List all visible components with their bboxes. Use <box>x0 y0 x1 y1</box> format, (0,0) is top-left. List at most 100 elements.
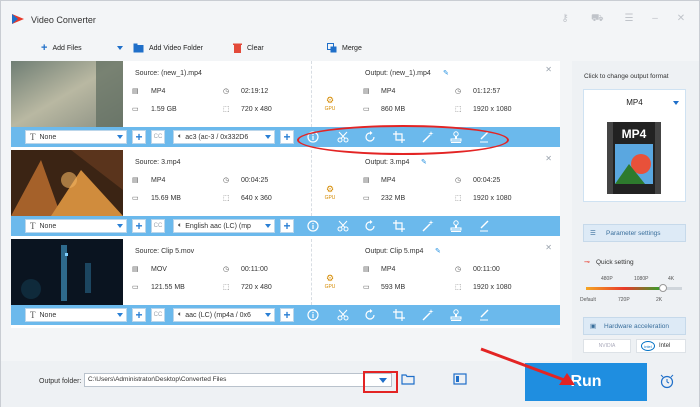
hardware-acceleration-label: Hardware acceleration <box>604 323 670 330</box>
video-thumbnail[interactable] <box>11 239 123 305</box>
add-files-button[interactable]: + Add Files <box>41 41 82 55</box>
remove-icon[interactable]: ✕ <box>545 65 552 74</box>
source-name: Source: Clip 5.mov <box>135 248 195 255</box>
chevron-down-icon <box>673 101 679 105</box>
film-icon: ▤ <box>363 266 370 273</box>
gpu-label: GPU <box>324 106 336 112</box>
crop-icon[interactable] <box>393 309 405 321</box>
source-name: Source: 3.mp4 <box>135 159 181 166</box>
source-size: 1.59 GB <box>151 106 177 113</box>
chevron-down-icon <box>117 224 123 228</box>
subtitle-edit-icon[interactable] <box>478 309 490 321</box>
output-format-panel: Click to change output format MP4 MP4 ☰ … <box>572 61 699 361</box>
audio-select[interactable]: 🔈︎ English aac (LC) (mp <box>173 219 275 233</box>
subtitle-select[interactable]: T None <box>25 130 127 144</box>
menu-icon[interactable]: ☰ <box>623 13 635 25</box>
watermark-stamp-icon[interactable] <box>450 309 462 321</box>
parameter-settings-button[interactable]: ☰ Parameter settings <box>583 224 686 242</box>
minimize-icon[interactable]: – <box>649 13 661 25</box>
quality-480p: 480P <box>601 276 613 282</box>
subtitle-edit-icon[interactable] <box>478 220 490 232</box>
quality-1080p: 1080P <box>634 276 649 282</box>
cc-icon[interactable]: CC <box>151 308 165 322</box>
quality-slider[interactable] <box>586 284 682 292</box>
output-folder-field[interactable]: C:\Users\Administrator\Desktop\Converted… <box>84 373 392 387</box>
add-audio-button[interactable]: + <box>280 308 294 322</box>
add-subtitle-button[interactable]: + <box>132 219 146 233</box>
cc-icon[interactable]: CC <box>151 219 165 233</box>
quality-slider-handle[interactable] <box>658 284 667 292</box>
quality-720p: 720P <box>618 297 630 303</box>
quality-2k: 2K <box>656 297 663 303</box>
cart-icon[interactable]: ⛟ <box>591 13 604 25</box>
video-thumbnail[interactable] <box>11 150 123 216</box>
open-folder-icon[interactable] <box>401 373 415 385</box>
import-icon[interactable] <box>453 373 467 385</box>
source-name: Source: (new_1).mp4 <box>135 70 202 77</box>
video-thumbnail[interactable] <box>11 61 123 127</box>
output-format: MP4 <box>381 177 396 184</box>
scissors-icon[interactable] <box>337 220 349 232</box>
hardware-acceleration-button[interactable]: ▣ Hardware acceleration <box>583 317 686 335</box>
add-subtitle-button[interactable]: + <box>132 130 146 144</box>
list-item[interactable]: Source: Clip 5.mov ▤ MOV ◷ 00:11:00 ▭ 12… <box>11 239 560 327</box>
list-item[interactable]: Source: 3.mp4 ▤ MP4 ◷ 00:04:25 ▭ 15.69 M… <box>11 150 560 238</box>
gpu-chip-icon: ⚙ <box>325 184 335 194</box>
gpu-label: GPU <box>324 284 336 290</box>
effects-wand-icon[interactable] <box>422 220 434 232</box>
rotate-icon[interactable] <box>364 309 376 321</box>
add-video-folder-button[interactable]: Add Video Folder <box>133 41 203 55</box>
slider-icon: ⊸ <box>584 259 590 266</box>
alarm-clock-icon[interactable] <box>659 373 675 389</box>
crop-icon[interactable] <box>393 220 405 232</box>
nvidia-option[interactable]: NVIDIA <box>583 339 631 353</box>
close-icon[interactable]: ✕ <box>675 13 687 25</box>
audio-select[interactable]: 🔈︎ aac (LC) (mp4a / 0x6 <box>173 308 275 322</box>
chevron-down-icon <box>265 224 271 228</box>
output-size: 232 MB <box>381 195 406 202</box>
scissors-icon[interactable] <box>337 309 349 321</box>
film-icon: ▤ <box>363 88 370 95</box>
source-resolution: 720 x 480 <box>241 284 272 291</box>
remove-icon[interactable]: ✕ <box>545 243 552 252</box>
file-icon: ▭ <box>363 106 370 113</box>
audio-select[interactable]: 🔈︎ ac3 (ac-3 / 0x332D6 <box>173 130 275 144</box>
remove-icon[interactable]: ✕ <box>545 154 552 163</box>
app-title: Video Converter <box>31 15 96 25</box>
subtitle-select[interactable]: T None <box>25 308 127 322</box>
edit-icon[interactable]: ✎ <box>435 247 441 255</box>
title-bar: Video Converter ⚷ ⛟ ☰ – ✕ <box>1 1 699 37</box>
add-audio-button[interactable]: + <box>280 219 294 233</box>
output-format-selector[interactable]: MP4 MP4 <box>583 89 686 202</box>
film-icon: ▤ <box>132 88 139 95</box>
add-audio-button[interactable]: + <box>280 130 294 144</box>
effects-wand-icon[interactable] <box>422 309 434 321</box>
subtitle-select[interactable]: T None <box>25 219 127 233</box>
output-resolution: 1920 x 1080 <box>473 106 512 113</box>
parameter-settings-label: Parameter settings <box>606 230 661 237</box>
gpu-label: GPU <box>324 195 336 201</box>
output-duration: 01:12:57 <box>473 88 501 95</box>
merge-button[interactable]: Merge <box>327 41 362 55</box>
clock-icon: ◷ <box>455 177 462 184</box>
intel-label: Intel <box>659 343 671 349</box>
edit-icon[interactable]: ✎ <box>421 158 427 166</box>
watermark-stamp-icon[interactable] <box>450 220 462 232</box>
info-icon[interactable] <box>307 220 319 232</box>
clock-icon: ◷ <box>455 266 462 273</box>
intel-option[interactable]: intel Intel <box>636 339 686 353</box>
clear-button[interactable]: Clear <box>233 41 264 55</box>
add-files-dropdown[interactable] <box>117 41 123 55</box>
key-icon[interactable]: ⚷ <box>559 13 571 25</box>
highlight-ellipse <box>297 125 509 155</box>
output-format: MP4 <box>381 88 396 95</box>
run-button[interactable]: Run <box>525 363 647 401</box>
edit-icon[interactable]: ✎ <box>443 69 449 77</box>
cc-icon[interactable]: CC <box>151 130 165 144</box>
info-icon[interactable] <box>307 309 319 321</box>
divider <box>311 61 312 127</box>
add-subtitle-button[interactable]: + <box>132 308 146 322</box>
resolution-icon: ⬚ <box>223 195 230 202</box>
rotate-icon[interactable] <box>364 220 376 232</box>
file-icon: ▭ <box>132 106 139 113</box>
